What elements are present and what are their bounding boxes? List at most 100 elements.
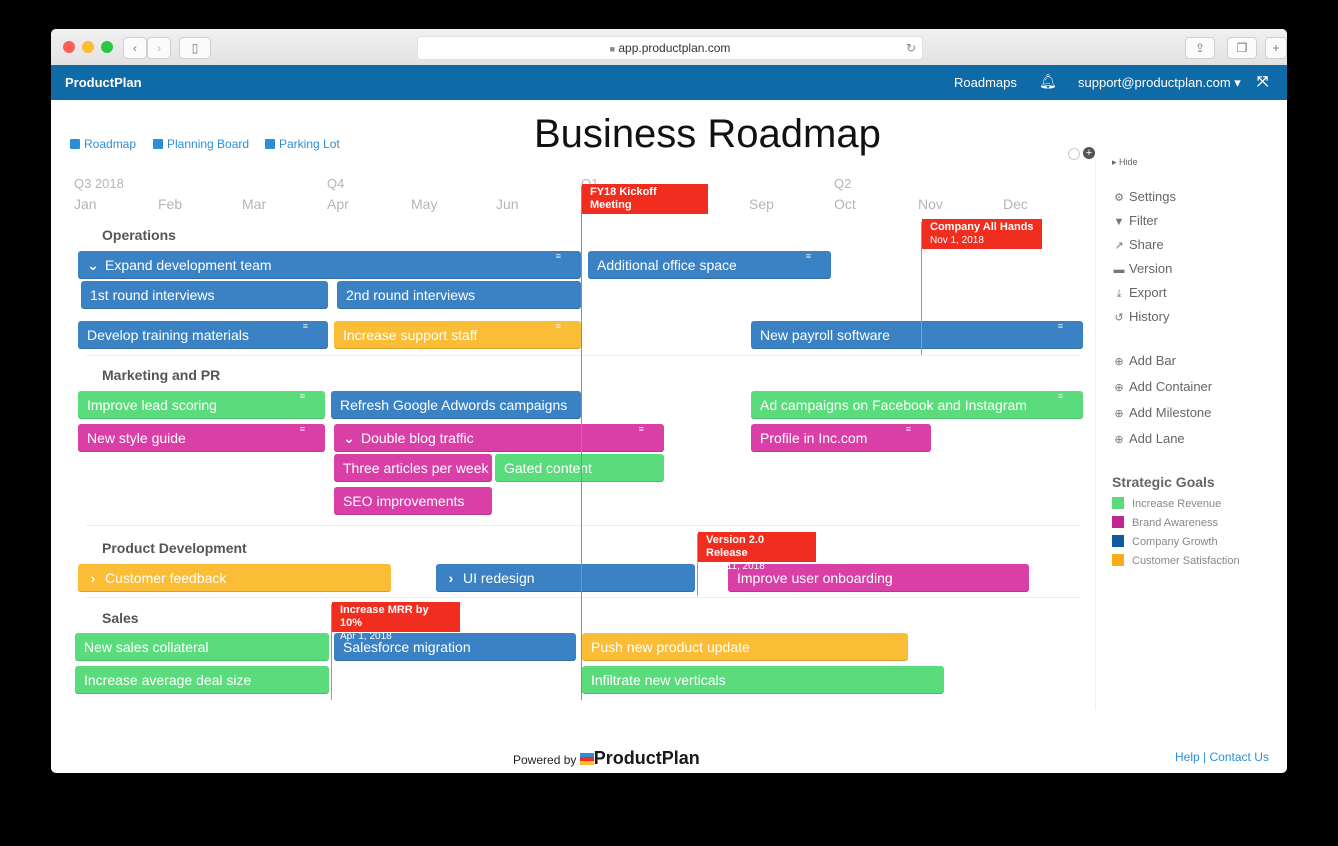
bar-improve-user-onboarding[interactable]: Improve user onboarding [728, 564, 1029, 592]
share-button[interactable]: ↗ Share [1113, 237, 1163, 252]
history-button[interactable]: ↺ History [1113, 309, 1169, 324]
close-window-button[interactable] [63, 41, 75, 53]
bar-seo-improvements[interactable]: SEO improvements [334, 487, 492, 515]
drag-handle-icon[interactable]: ≡ [556, 252, 561, 261]
bar-expand-development-team[interactable]: ⌄ Expand development team ≡ [78, 251, 581, 279]
roadmap-view-link[interactable]: Roadmap [70, 137, 136, 151]
bar-ad-campaigns-facebook-instagram[interactable]: Ad campaigns on Facebook and Instagram ≡ [751, 391, 1083, 419]
help-link[interactable]: Help [1175, 750, 1200, 764]
bar-label: Infiltrate new verticals [591, 672, 726, 688]
app-brand[interactable]: ProductPlan [65, 75, 142, 90]
parking-lot-link[interactable]: Parking Lot [265, 137, 340, 151]
drag-handle-icon[interactable]: ≡ [556, 322, 561, 331]
circle-icon[interactable] [1068, 148, 1080, 160]
bar-develop-training-materials[interactable]: Develop training materials ≡ [78, 321, 328, 349]
legend-item[interactable]: Customer Satisfaction [1112, 554, 1240, 567]
add-milestone-button[interactable]: ⊕ Add Milestone [1113, 405, 1211, 420]
bar-customer-feedback[interactable]: › Customer feedback [78, 564, 391, 592]
bar-increase-average-deal-size[interactable]: Increase average deal size [75, 666, 329, 694]
lane-divider [86, 597, 1081, 598]
forward-button[interactable]: › [147, 37, 171, 59]
back-button[interactable]: ‹ [123, 37, 147, 59]
bar-refresh-google-adwords[interactable]: Refresh Google Adwords campaigns [331, 391, 581, 419]
legend-item[interactable]: Brand Awareness [1112, 516, 1218, 529]
chevron-right-icon[interactable]: › [439, 564, 463, 592]
fullscreen-icon[interactable]: ⤧ [1257, 73, 1268, 90]
plus-circle-icon: ⊕ [1114, 408, 1124, 420]
chevron-right-icon: › [157, 41, 161, 55]
bar-label: Expand development team [105, 257, 272, 273]
tabs-button[interactable]: ❐ [1227, 37, 1257, 59]
drag-handle-icon[interactable]: ≡ [300, 425, 305, 434]
lane-marketing[interactable]: Marketing and PR [102, 367, 220, 383]
legend-swatch [1112, 497, 1124, 509]
bar-double-blog-traffic[interactable]: ⌄ Double blog traffic ≡ [334, 424, 664, 452]
filter-button[interactable]: ▼ Filter [1113, 213, 1158, 228]
powered-by: Powered by ProductPlan [513, 748, 700, 769]
chevron-right-icon[interactable]: › [81, 564, 105, 592]
zoom-window-button[interactable] [101, 41, 113, 53]
bar-gated-content[interactable]: Gated content [495, 454, 664, 482]
bar-increase-support-staff[interactable]: Increase support staff ≡ [334, 321, 581, 349]
account-menu[interactable]: support@productplan.com ▾ [1078, 75, 1241, 91]
version-button[interactable]: ▬ Version [1113, 261, 1173, 276]
add-circle-icon[interactable]: + [1083, 147, 1095, 159]
bar-additional-office-space[interactable]: Additional office space ≡ [588, 251, 831, 279]
legend-item[interactable]: Increase Revenue [1112, 497, 1221, 510]
month-label: Mar [242, 196, 267, 212]
footer-brand[interactable]: ProductPlan [594, 748, 700, 768]
settings-label: Settings [1129, 189, 1176, 204]
share-page-button[interactable]: ⇪ [1185, 37, 1215, 59]
lane-product-development[interactable]: Product Development [102, 540, 247, 556]
chevron-down-icon[interactable]: ⌄ [337, 424, 361, 452]
roadmaps-link[interactable]: Roadmaps [954, 75, 1017, 90]
lane-sales[interactable]: Sales [102, 610, 139, 626]
milestone-all-hands[interactable]: Company All Hands Nov 1, 2018 [922, 219, 1042, 249]
lane-operations[interactable]: Operations [102, 227, 176, 243]
milestone-kickoff[interactable]: FY18 Kickoff Meeting Jun 30, 2018 [582, 184, 708, 224]
bar-infiltrate-new-verticals[interactable]: Infiltrate new verticals [582, 666, 944, 694]
bell-icon[interactable]: 🔔︎ [1039, 73, 1057, 90]
bar-new-style-guide[interactable]: New style guide ≡ [78, 424, 325, 452]
bar-push-new-product-update[interactable]: Push new product update [582, 633, 908, 661]
hide-sidebar-toggle[interactable]: ▸ Hide [1112, 157, 1138, 168]
settings-button[interactable]: ⚙ Settings [1113, 189, 1176, 204]
bar-new-sales-collateral[interactable]: New sales collateral [75, 633, 329, 661]
reload-icon[interactable]: ↻ [906, 37, 916, 59]
bar-profile-inc[interactable]: Profile in Inc.com ≡ [751, 424, 931, 452]
drag-handle-icon[interactable]: ≡ [906, 425, 911, 434]
drag-handle-icon[interactable]: ≡ [1058, 322, 1063, 331]
bar-ui-redesign[interactable]: › UI redesign [436, 564, 695, 592]
milestone-increase-mrr[interactable]: Increase MRR by 10% Apr 1, 2018 [332, 602, 460, 642]
drag-handle-icon[interactable]: ≡ [639, 425, 644, 434]
milestone-version-2[interactable]: Version 2.0 Release Aug 11, 2018 [698, 532, 816, 572]
drag-handle-icon[interactable]: ≡ [806, 252, 811, 261]
bar-improve-lead-scoring[interactable]: Improve lead scoring ≡ [78, 391, 325, 419]
add-container-button[interactable]: ⊕ Add Container [1113, 379, 1212, 394]
bar-label: Profile in Inc.com [760, 430, 868, 446]
address-bar[interactable]: ■ app.productplan.com ↻ [417, 36, 923, 60]
drag-handle-icon[interactable]: ≡ [303, 322, 308, 331]
bar-label: Ad campaigns on Facebook and Instagram [760, 397, 1027, 413]
bar-1st-round-interviews[interactable]: 1st round interviews [81, 281, 328, 309]
month-label: Oct [834, 196, 856, 212]
sidebar-toggle-button[interactable]: ▯ [179, 37, 211, 59]
download-icon: ⤓ [1116, 288, 1122, 300]
planning-board-link[interactable]: Planning Board [153, 137, 249, 151]
new-tab-button[interactable]: + [1265, 37, 1287, 59]
add-lane-button[interactable]: ⊕ Add Lane [1113, 431, 1184, 446]
chevron-down-icon[interactable]: ⌄ [81, 251, 105, 279]
export-button[interactable]: ⤓ Export [1113, 285, 1167, 301]
legend-item[interactable]: Company Growth [1112, 535, 1218, 548]
bar-three-articles-per-week[interactable]: Three articles per week [334, 454, 492, 482]
add-bar-button[interactable]: ⊕ Add Bar [1113, 353, 1176, 368]
bar-new-payroll-software[interactable]: New payroll software ≡ [751, 321, 1083, 349]
bar-label: 2nd round interviews [346, 287, 476, 303]
powered-by-label: Powered by [513, 753, 577, 767]
drag-handle-icon[interactable]: ≡ [1058, 392, 1063, 401]
milestone-date: Jun 30, 2018 [590, 213, 648, 224]
drag-handle-icon[interactable]: ≡ [300, 392, 305, 401]
contact-us-link[interactable]: Contact Us [1210, 750, 1269, 764]
minimize-window-button[interactable] [82, 41, 94, 53]
bar-2nd-round-interviews[interactable]: 2nd round interviews [337, 281, 581, 309]
